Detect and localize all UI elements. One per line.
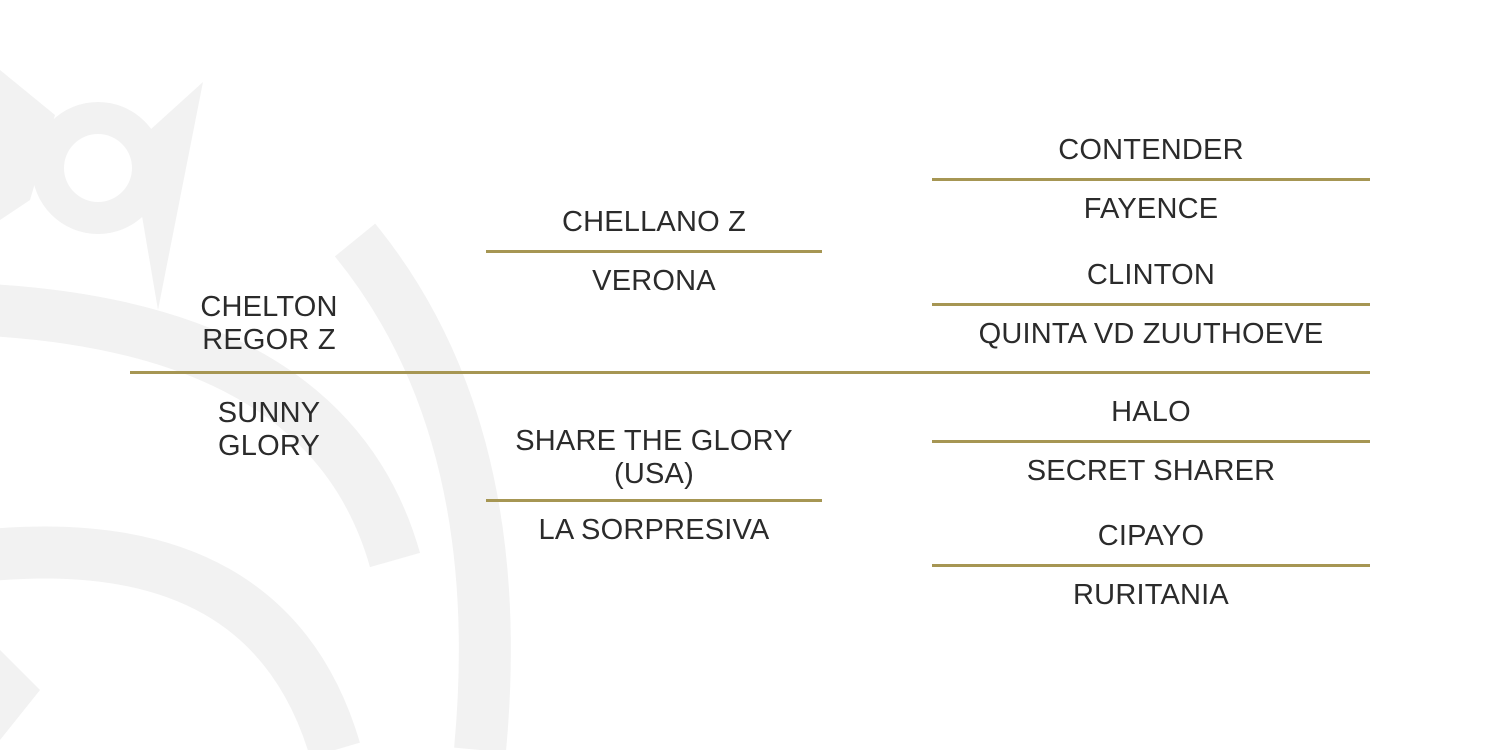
gen3-divider-1 [932, 178, 1370, 181]
pedigree-chart: CHELTON REGOR Z SUNNY GLORY CHELLANO Z V… [0, 0, 1500, 750]
gen3-name-7: CIPAYO [1097, 520, 1205, 552]
dam-name: SUNNY GLORY [130, 397, 408, 463]
dam-sire-divider [486, 499, 822, 502]
gen3-name-4: QUINTA VD ZUUTHOEVE [978, 318, 1324, 350]
gen3-divider-4 [932, 564, 1370, 567]
sire-sire-divider [486, 250, 822, 253]
gen3-divider-2 [932, 303, 1370, 306]
main-divider [130, 371, 1370, 374]
gen3-name-1: CONTENDER [1058, 134, 1244, 166]
dam-name-line1: SUNNY [217, 397, 321, 429]
gen3-name-6: SECRET SHARER [1026, 455, 1276, 487]
dam-dam-name: LA SORPRESIVA [538, 514, 770, 546]
sire-dam-name: VERONA [592, 265, 716, 297]
gen3-name-8: RURITANIA [1073, 579, 1229, 611]
sire-name-line1: CHELTON [200, 291, 338, 323]
gen3-divider-3 [932, 440, 1370, 443]
gen3-name-3: CLINTON [1086, 259, 1216, 291]
dam-sire-name: SHARE THE GLORY (USA) [486, 425, 822, 491]
gen3-name-5: HALO [1111, 396, 1191, 428]
dam-sire-name-line1: SHARE THE GLORY [515, 425, 793, 457]
gen3-name-2: FAYENCE [1083, 193, 1219, 225]
sire-sire-name: CHELLANO Z [561, 206, 747, 238]
sire-name: CHELTON REGOR Z [130, 291, 408, 357]
dam-name-line2: GLORY [217, 430, 320, 462]
dam-sire-name-line2: (USA) [614, 458, 694, 490]
sire-name-line2: REGOR Z [202, 324, 336, 356]
